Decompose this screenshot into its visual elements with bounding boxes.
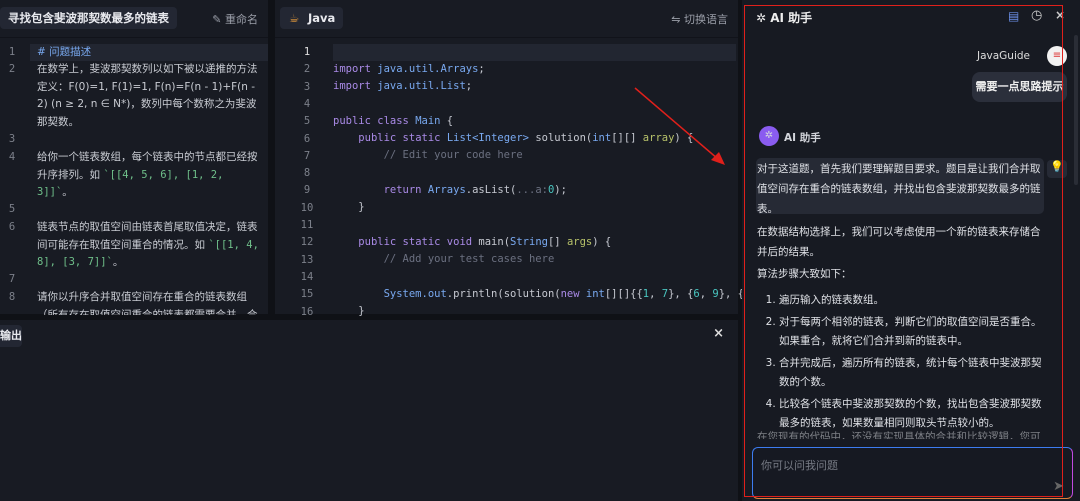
annotation-arrow	[634, 87, 725, 165]
